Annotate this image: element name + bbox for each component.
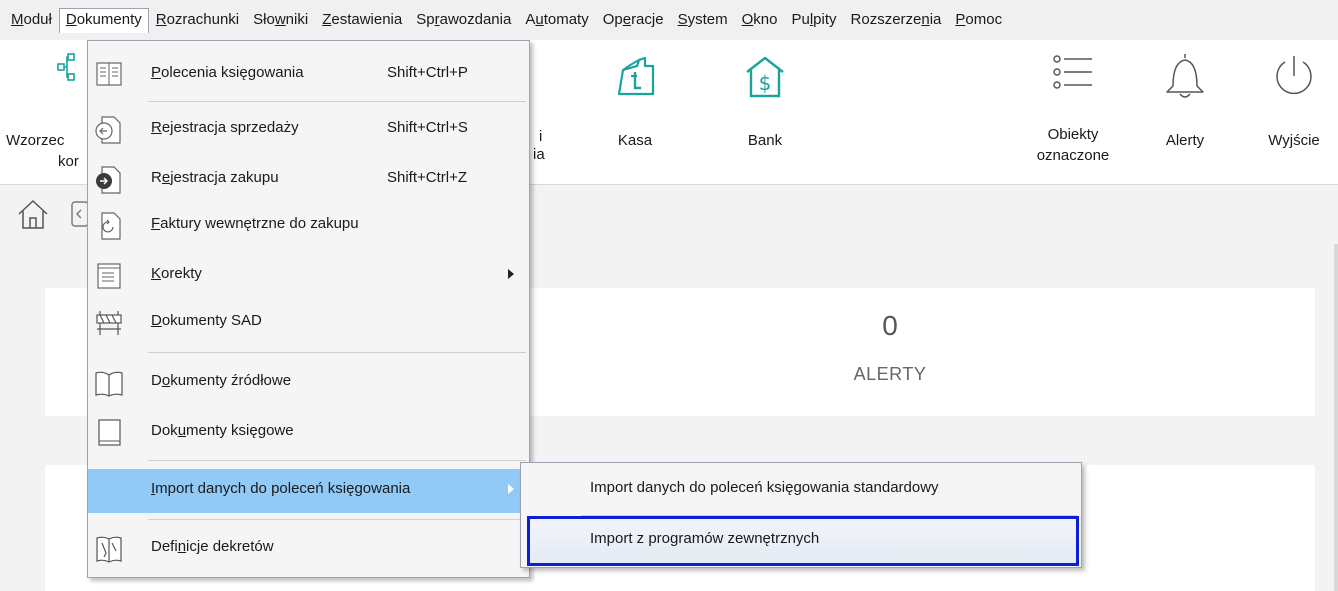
menu-rozrachunki[interactable]: Rozrachunki [149, 8, 246, 33]
ribbon-button-bank[interactable]: $ Bank [725, 40, 805, 185]
ribbon-button-obiekty[interactable]: Obiekty oznaczone [1018, 40, 1128, 185]
menu-separator [148, 101, 526, 102]
menu-slowniki[interactable]: Słowniki [246, 8, 315, 33]
wzorzec-label-2: kor [58, 153, 79, 170]
menu-okno[interactable]: Okno [735, 8, 785, 33]
ribbon-button-wzorzec[interactable]: Wzorzec kor [0, 40, 90, 185]
document-list-icon [97, 263, 121, 289]
shortcut-label: Shift+Ctrl+S [387, 119, 468, 136]
menuitem-korekty[interactable]: Korekty [88, 254, 529, 298]
wzorzec-label-1: Wzorzec [6, 132, 65, 149]
submenu-arrow-icon [508, 484, 514, 494]
menu-separator [148, 352, 526, 353]
menuitem-polecenia-ksiegowania[interactable]: Polecenia księgowania Shift+Ctrl+P [88, 53, 529, 97]
alert-count: 0 [882, 310, 898, 341]
menuitem-import-zewnetrzne[interactable]: Import z programów zewnętrznych [527, 516, 1079, 566]
obiekty-label-1: Obiekty [1047, 126, 1099, 143]
menu-rozszerzenia[interactable]: Rozszerzenia [844, 8, 949, 33]
alerty-label: Alerty [1165, 132, 1205, 149]
svg-text:$: $ [759, 71, 772, 95]
submenu-arrow-icon [508, 269, 514, 279]
right-scrollbar[interactable] [1334, 244, 1338, 591]
bank-label: Bank [747, 132, 783, 149]
ribbon-button-alerty[interactable]: Alerty [1145, 40, 1225, 185]
document-purchase-icon [96, 166, 121, 194]
open-book-icon [95, 371, 123, 397]
menu-bar: Moduł Dokumenty Rozrachunki Słowniki Zes… [0, 0, 1338, 40]
menu-system[interactable]: System [671, 8, 735, 33]
menuitem-dokumenty-zrodlowe[interactable]: Dokumenty źródłowe [88, 361, 529, 405]
dokumenty-dropdown: Polecenia księgowania Shift+Ctrl+P Rejes… [87, 40, 530, 578]
shortcut-label: Shift+Ctrl+Z [387, 169, 468, 186]
menu-automaty[interactable]: Automaty [518, 8, 595, 33]
barrier-icon [96, 311, 122, 335]
menu-modul[interactable]: Moduł [4, 8, 59, 33]
obiekty-label-2: oznaczone [1036, 147, 1110, 164]
menuitem-dokumenty-sad[interactable]: Dokumenty SAD [88, 301, 529, 345]
menu-dokumenty[interactable]: Dokumenty [58, 8, 149, 33]
document-columns-icon [96, 62, 122, 86]
menu-pulpity[interactable]: Pulpity [784, 8, 843, 33]
bank-icon: $ [746, 56, 784, 98]
document-refresh-icon [101, 212, 121, 240]
wyjscie-label: Wyjście [1268, 132, 1320, 149]
cash-register-icon [617, 56, 655, 96]
hierarchy-icon [57, 53, 75, 81]
alert-label: ALERTY [853, 364, 927, 384]
menuitem-faktury-wewnetrzne[interactable]: Faktury wewnętrzne do zakupu [88, 204, 529, 248]
menuitem-import-standardowy[interactable]: Import danych do poleceń księgowania sta… [521, 465, 1081, 515]
home-icon[interactable] [16, 198, 50, 230]
menu-separator [148, 460, 526, 461]
submenu-label: Import z programów zewnętrznych [590, 530, 820, 547]
menu-separator [148, 519, 526, 520]
menuitem-rejestracja-zakupu[interactable]: Rejestracja zakupu Shift+Ctrl+Z [88, 158, 529, 202]
hidden-label-1: i [539, 128, 543, 145]
book-icon [98, 419, 121, 446]
ribbon-button-wyjscie[interactable]: Wyjście [1250, 40, 1338, 185]
book-decree-icon [96, 536, 122, 563]
menu-operacje[interactable]: Operacje [596, 8, 671, 33]
menuitem-import-danych[interactable]: Import danych do poleceń księgowania [88, 469, 529, 513]
ribbon-button-kasa[interactable]: Kasa [590, 40, 680, 185]
menuitem-definicje-dekretow[interactable]: Definicje dekretów [88, 527, 529, 571]
ribbon-button-hidden[interactable]: i ia [530, 40, 570, 185]
submenu-label: Import danych do poleceń księgowania sta… [590, 479, 939, 496]
menuitem-dokumenty-ksiegowe[interactable]: Dokumenty księgowe [88, 411, 529, 455]
back-icon[interactable] [70, 200, 88, 228]
bell-icon [1166, 54, 1204, 98]
power-icon [1276, 56, 1312, 95]
menu-zestawienia[interactable]: Zestawienia [315, 8, 409, 33]
menu-sprawozdania[interactable]: Sprawozdania [409, 8, 518, 33]
import-submenu: Import danych do poleceń księgowania sta… [520, 462, 1082, 568]
menuitem-rejestracja-sprzedazy[interactable]: Rejestracja sprzedaży Shift+Ctrl+S [88, 108, 529, 152]
hidden-label-2: ia [533, 146, 545, 163]
list-icon [1053, 55, 1092, 89]
shortcut-label: Shift+Ctrl+P [387, 64, 468, 81]
menu-pomoc[interactable]: Pomoc [948, 8, 1009, 33]
document-sale-icon [95, 116, 121, 144]
kasa-label: Kasa [617, 132, 653, 149]
